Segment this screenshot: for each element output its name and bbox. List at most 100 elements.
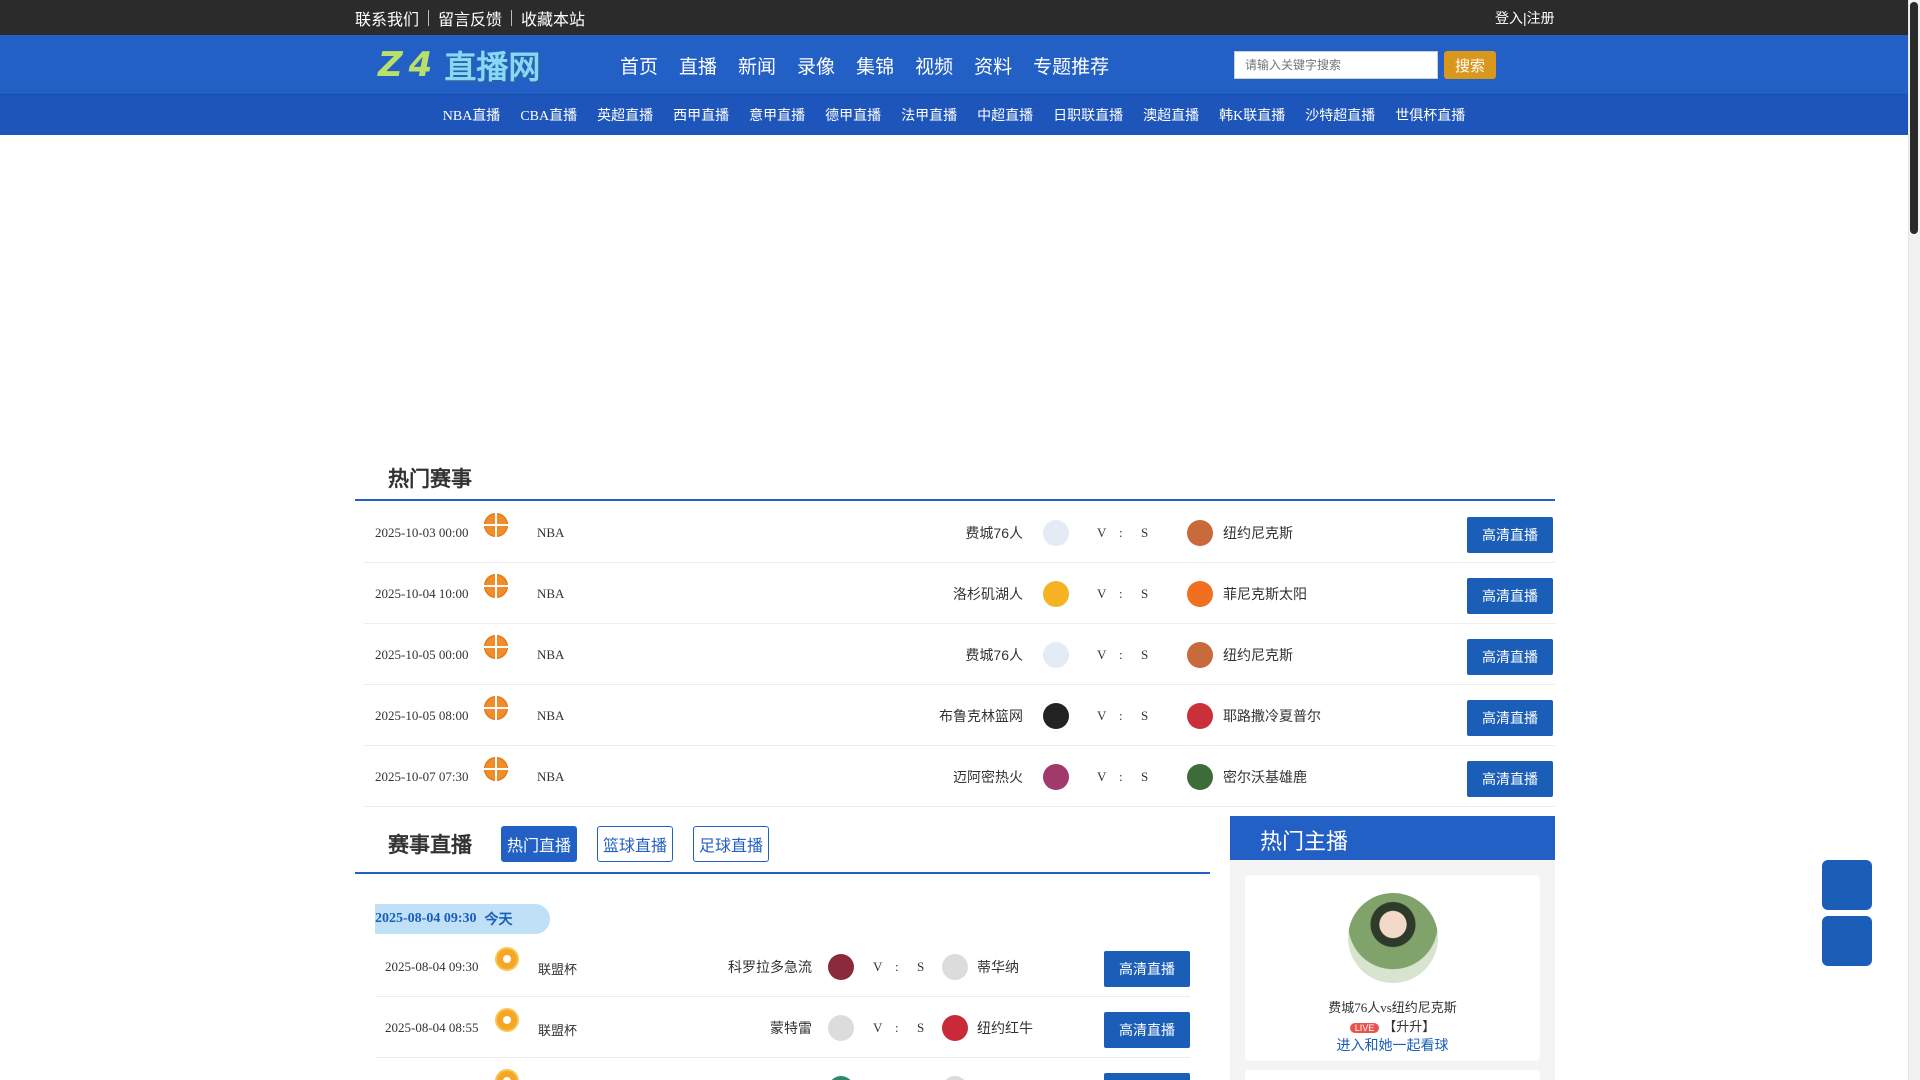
watch-together-link[interactable]: 进入和她一起看球 — [1245, 1035, 1540, 1055]
home-team-logo-icon — [828, 954, 854, 980]
hd-live-button[interactable]: 高清直播 — [1467, 639, 1553, 675]
hd-live-button[interactable]: 高清直播 — [1467, 700, 1553, 736]
vs-v: V — [873, 959, 883, 974]
hd-live-button[interactable]: 高清直播 — [1104, 951, 1190, 987]
bookmark-link[interactable]: 收藏本站 — [521, 6, 585, 30]
away-team-logo-icon — [1187, 703, 1213, 729]
vs-colon: : — [1119, 708, 1123, 723]
float-button[interactable] — [1822, 860, 1872, 910]
anchor-avatar[interactable] — [1348, 893, 1438, 983]
league-name: NBA — [537, 525, 565, 540]
anchor-card[interactable]: 费城76人vs纽约尼克斯 LIVE 【升升】 进入和她一起看球 — [1245, 875, 1540, 1061]
nav-data[interactable]: 资料 — [974, 52, 1012, 79]
league-link[interactable]: 德甲直播 — [825, 105, 881, 125]
feedback-link[interactable]: 留言反馈 — [438, 6, 502, 30]
anchor-name: LIVE 【升升】 — [1245, 1016, 1540, 1035]
league-link[interactable]: 世俱杯直播 — [1395, 105, 1465, 125]
login-register-link[interactable]: 登入|注册 — [1495, 0, 1555, 35]
contact-link[interactable]: 联系我们 — [355, 6, 419, 30]
home-team-logo-icon — [1043, 581, 1069, 607]
header: Z4 直播网 首页 直播 新闻 录像 集锦 视频 资料 专题推荐 搜索 — [0, 35, 1908, 95]
hd-live-button[interactable] — [1104, 1073, 1190, 1080]
league-link[interactable]: 澳超直播 — [1143, 105, 1199, 125]
divider — [428, 9, 430, 26]
match-row: 2025-10-07 07:30 NBA 迈阿密热火 V: S 密尔沃基雄鹿 高清直播 — [364, 747, 1555, 807]
nav-video[interactable]: 视频 — [915, 52, 953, 79]
away-team-logo-icon — [942, 1015, 968, 1041]
away-team: 耶路撒冷夏普尔 — [1223, 708, 1321, 724]
away-team: 纽约尼克斯 — [1223, 525, 1293, 541]
vs-colon: : — [1119, 647, 1123, 662]
vs-colon: : — [895, 1020, 899, 1035]
vs-s: S — [1141, 525, 1149, 540]
hd-live-button[interactable]: 高清直播 — [1467, 761, 1553, 797]
vs-v: V — [1097, 586, 1107, 601]
league-link[interactable]: 韩K联直播 — [1219, 105, 1285, 125]
vs-s: S — [1141, 769, 1149, 784]
league-name: 联盟杯 — [538, 1023, 578, 1038]
league-name: NBA — [537, 708, 565, 723]
vs-colon: : — [1119, 769, 1123, 784]
home-team-logo-icon — [828, 1015, 854, 1041]
vs-s: S — [1141, 647, 1149, 662]
away-team: 菲尼克斯太阳 — [1223, 586, 1307, 602]
section-header: 热门赛事 — [355, 455, 1555, 501]
league-link[interactable]: 法甲直播 — [901, 105, 957, 125]
league-nav: NBA直播 CBA直播 英超直播 西甲直播 意甲直播 德甲直播 法甲直播 中超直… — [0, 95, 1908, 135]
league-link[interactable]: 意甲直播 — [749, 105, 805, 125]
search-button[interactable]: 搜索 — [1444, 51, 1496, 79]
league-link[interactable]: 中超直播 — [977, 105, 1033, 125]
league-link[interactable]: 西甲直播 — [673, 105, 729, 125]
anchor-card[interactable] — [1245, 1070, 1540, 1080]
scrollbar[interactable] — [1908, 0, 1920, 1080]
tab-football-live[interactable]: 足球直播 — [693, 826, 769, 862]
hd-live-button[interactable]: 高清直播 — [1467, 517, 1553, 553]
site-logo[interactable]: Z4 直播网 — [378, 43, 540, 87]
search-input[interactable] — [1234, 51, 1438, 79]
home-team-logo-icon — [1043, 703, 1069, 729]
top-bar: 联系我们 留言反馈 收藏本站 登入|注册 — [0, 0, 1908, 35]
match-row: 2025-10-03 00:00 NBA 费城76人 V: S 纽约尼克斯 高清直播 — [364, 503, 1555, 563]
anchor-match: 费城76人vs纽约尼克斯 — [1328, 1000, 1457, 1015]
date-header: 2025-08-04 09:30 今天 — [375, 904, 550, 934]
league-link[interactable]: NBA直播 — [443, 105, 501, 125]
home-team-logo-icon — [1043, 642, 1069, 668]
match-time: 2025-10-05 08:00 — [375, 708, 469, 723]
live-badge: LIVE — [1349, 1023, 1380, 1033]
hot-anchor-section: 热门主播 费城76人vs纽约尼克斯 LIVE 【升升】 进入和她一起看球 — [1230, 816, 1555, 1080]
basketball-icon — [484, 635, 508, 659]
tab-basketball-live[interactable]: 篮球直播 — [597, 826, 673, 862]
league-link[interactable]: 日职联直播 — [1053, 105, 1123, 125]
nav-featured[interactable]: 专题推荐 — [1033, 52, 1109, 79]
match-row: 2025-10-04 10:00 NBA 洛杉矶湖人 V: S 菲尼克斯太阳 高清直播 — [364, 564, 1555, 624]
home-team-logo-icon — [828, 1076, 854, 1080]
football-icon — [495, 1069, 519, 1080]
match-time: 2025-08-04 08:55 — [385, 1020, 479, 1035]
hd-live-button[interactable]: 高清直播 — [1467, 578, 1553, 614]
league-link[interactable]: CBA直播 — [520, 105, 577, 125]
nav-news[interactable]: 新闻 — [738, 52, 776, 79]
scrollbar-thumb[interactable] — [1910, 2, 1918, 234]
section-header: 热门主播 — [1230, 816, 1555, 860]
away-team-logo-icon — [942, 954, 968, 980]
divider — [511, 9, 513, 26]
vs-s: S — [917, 959, 925, 974]
live-events-section: 赛事直播 热门直播 篮球直播 足球直播 2025-08-04 09:30 今天 … — [355, 816, 1210, 1080]
nav-highlights[interactable]: 集锦 — [856, 52, 894, 79]
hd-live-button[interactable]: 高清直播 — [1104, 1012, 1190, 1048]
league-link[interactable]: 沙特超直播 — [1305, 105, 1375, 125]
away-team-logo-icon — [942, 1076, 968, 1080]
nav-home[interactable]: 首页 — [620, 52, 658, 79]
tab-hot-live[interactable]: 热门直播 — [501, 826, 577, 862]
nav-live[interactable]: 直播 — [679, 52, 717, 79]
nav-replay[interactable]: 录像 — [797, 52, 835, 79]
vs-v: V — [873, 1020, 883, 1035]
match-time: 2025-08-04 09:30 — [385, 959, 479, 974]
logo-prefix: Z4 — [378, 45, 439, 85]
league-link[interactable]: 英超直播 — [597, 105, 653, 125]
match-row — [375, 1059, 1190, 1080]
float-button[interactable] — [1822, 916, 1872, 966]
logo-text: 直播网 — [444, 48, 541, 86]
home-team: 布鲁克林篮网 — [939, 708, 1023, 724]
league-name: NBA — [537, 769, 565, 784]
